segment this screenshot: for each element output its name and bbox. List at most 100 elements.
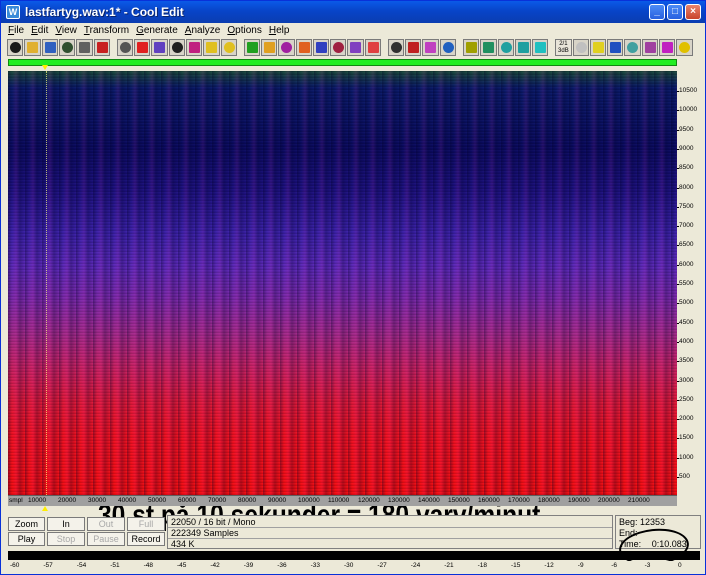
playhead-marker-top[interactable] [42, 65, 48, 70]
level-tick: -9 [577, 562, 584, 569]
menu-options[interactable]: Options [224, 25, 265, 36]
frequency-axis: 10500 10000 9500 9000 8500 8000 7500 7000 6500 60… [676, 71, 701, 495]
toolbar-button-15-icon[interactable] [260, 39, 278, 56]
menu-generate[interactable]: Generate [133, 25, 182, 36]
maximize-icon[interactable]: □ [667, 4, 683, 20]
toolbar-button-27-icon[interactable] [480, 39, 497, 56]
play-button[interactable]: Play [8, 532, 45, 546]
sample-tick: 140000 [418, 497, 440, 504]
zoom-full-button[interactable]: Full [127, 517, 165, 531]
menu-bar: File Edit View Transform Generate Analyze Opti… [1, 23, 705, 38]
sample-tick: 70000 [208, 497, 227, 504]
toolbar-button-17-icon[interactable] [295, 39, 312, 56]
frequency-tick: 3500 [676, 357, 694, 365]
toolbar-button-34-icon[interactable] [624, 39, 641, 56]
toolbar-button-19-icon[interactable] [330, 39, 347, 56]
level-tick: -54 [76, 562, 87, 569]
level-tick: -39 [243, 562, 254, 569]
sample-tick: 40000 [118, 497, 137, 504]
toolbar-button-1-icon[interactable] [7, 39, 24, 56]
level-tick: -36 [277, 562, 287, 569]
zoom-in-button[interactable]: In [47, 517, 85, 531]
toolbar-button-10-icon[interactable] [168, 39, 185, 56]
sample-tick: 50000 [148, 497, 167, 504]
sample-tick: 80000 [238, 497, 257, 504]
zoom-button[interactable]: Zoom [8, 517, 45, 531]
toolbar-button-35-icon[interactable] [641, 39, 659, 56]
sample-tick: 170000 [508, 497, 530, 504]
menu-transform[interactable]: Transform [81, 25, 133, 36]
frequency-tick: 500 [677, 473, 690, 480]
menu-analyze[interactable]: Analyze [182, 25, 225, 36]
toolbar-button-28-icon[interactable] [497, 39, 514, 56]
toolbar-button-8-icon[interactable] [133, 39, 151, 56]
level-meter-scale: -60 -57 -54 -51 -48 -45 -42 -39 -36 -33 -30 -27 -24-… [8, 561, 700, 573]
toolbar-button-12-icon[interactable] [203, 39, 220, 56]
pause-button[interactable]: Pause [87, 532, 125, 546]
frequency-tick: 2500 [676, 395, 694, 403]
toolbar-button-14-icon[interactable] [243, 39, 260, 56]
toolbar-button-11-icon[interactable] [185, 39, 203, 56]
toolbar-button-30-icon[interactable] [532, 39, 549, 56]
toolbar-button-6-icon[interactable] [93, 39, 110, 56]
toolbar-button-24-icon[interactable] [422, 39, 439, 56]
toolbar-button-4-icon[interactable] [58, 39, 76, 56]
sample-tick: 60000 [178, 497, 197, 504]
toolbar-button-31-icon[interactable] [572, 39, 589, 56]
level-tick: -15 [511, 562, 521, 569]
begin-position: Beg: 12353 [619, 517, 666, 527]
size-info: 434 K [171, 539, 195, 549]
toolbar-button-26-icon[interactable] [462, 39, 480, 56]
cursor-line [46, 71, 47, 495]
amplify-ratio-button[interactable]: 2/1 3dB [555, 39, 572, 56]
level-tick: -3 [644, 562, 651, 569]
menu-help[interactable]: Help [266, 25, 294, 36]
toolbar-button-23-icon[interactable] [405, 39, 422, 56]
minimize-icon[interactable]: _ [649, 4, 665, 20]
menu-file[interactable]: File [5, 25, 28, 36]
level-tick: -21 [444, 562, 454, 569]
level-tick: -51 [110, 562, 120, 569]
frequency-tick: 8000 [676, 183, 694, 191]
frequency-tick: 5000 [676, 299, 694, 307]
toolbar-button-7-icon[interactable] [116, 39, 133, 56]
frequency-tick: 1500 [676, 434, 694, 442]
toolbar-button-5-icon[interactable] [76, 39, 93, 56]
spectral-view[interactable]: 30 st på 10 sekunder = 180 varv/minut [8, 71, 677, 532]
playhead-marker-bottom[interactable] [42, 506, 48, 511]
close-icon[interactable]: × [685, 4, 701, 20]
sample-tick: 210000 [628, 497, 650, 504]
toolbar-button-16-icon[interactable] [278, 39, 295, 56]
toolbar-button-13-icon[interactable] [220, 39, 237, 56]
sample-tick: 130000 [388, 497, 410, 504]
menu-view[interactable]: View [52, 25, 81, 36]
file-info-panel: 22050 / 16 bit / Mono 222349 Samples 434… [167, 515, 613, 549]
toolbar-button-21-icon[interactable] [364, 39, 382, 56]
toolbar-button-37-icon[interactable] [676, 39, 693, 56]
toolbar-button-2-icon[interactable] [24, 39, 41, 56]
menu-edit[interactable]: Edit [28, 25, 52, 36]
level-tick: -48 [143, 562, 153, 569]
toolbar-button-20-icon[interactable] [347, 39, 364, 56]
stop-button[interactable]: Stop [47, 532, 85, 546]
toolbar-button-18-icon[interactable] [312, 39, 330, 56]
zoom-out-button[interactable]: Out [87, 517, 125, 531]
frequency-tick: 10000 [676, 106, 698, 114]
overview-bar[interactable] [8, 59, 677, 66]
cool-edit-icon[interactable]: W [6, 5, 20, 19]
toolbar-button-3-icon[interactable] [41, 39, 58, 56]
sample-tick: 160000 [478, 497, 500, 504]
sample-tick: 90000 [268, 497, 287, 504]
sample-axis[interactable]: smpl 10000 20000 30000 40000 50000 60000 70000 8… [8, 495, 677, 506]
toolbar-button-33-icon[interactable] [607, 39, 624, 56]
level-tick: -27 [377, 562, 387, 569]
toolbar-button-36-icon[interactable] [659, 39, 676, 56]
toolbar-button-25-icon[interactable] [439, 39, 457, 56]
title-bar[interactable]: W lastfartyg.wav:1* - Cool Edit _ □ × [1, 1, 705, 23]
toolbar-button-32-icon[interactable] [589, 39, 607, 56]
record-button[interactable]: Record [127, 532, 165, 546]
toolbar-button-22-icon[interactable] [387, 39, 405, 56]
toolbar-button-9-icon[interactable] [151, 39, 168, 56]
sample-tick: 30000 [88, 497, 107, 504]
toolbar-button-29-icon[interactable] [514, 39, 532, 56]
